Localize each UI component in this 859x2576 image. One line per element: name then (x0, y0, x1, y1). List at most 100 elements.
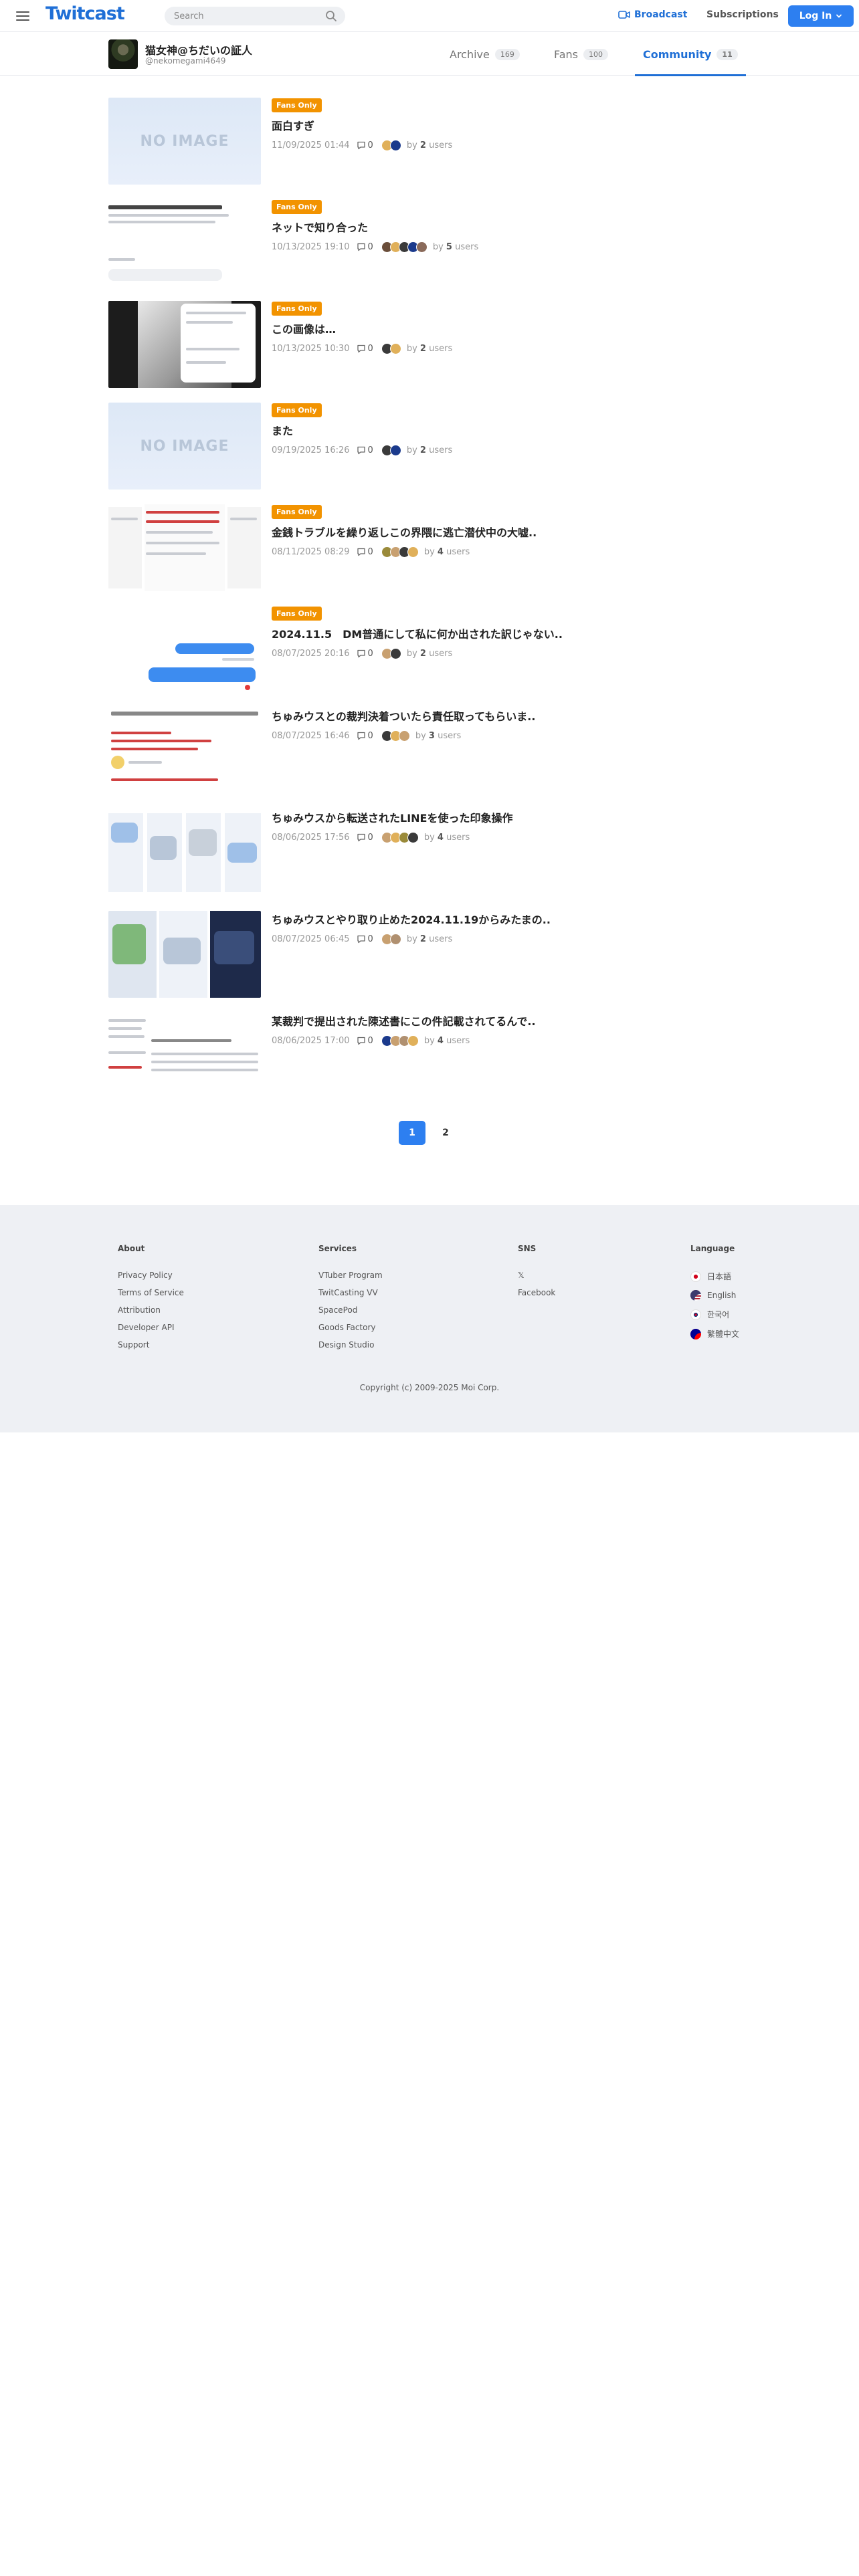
reaction-avatars (381, 343, 401, 354)
tab-count: 11 (717, 48, 738, 60)
reaction-users-text: by 2 users (406, 445, 453, 455)
tab-archive[interactable]: Archive 169 (450, 33, 520, 76)
footer-about: About Privacy Policy Terms of Service At… (118, 1244, 184, 1358)
broadcast-button[interactable]: Broadcast (618, 9, 687, 20)
post-date: 08/06/2025 17:56 (272, 833, 350, 843)
post-thumbnail (108, 708, 261, 794)
subscriptions-link[interactable]: Subscriptions (706, 9, 779, 20)
post-title[interactable]: 2024.11.5 DM普通にして私に何か出された訳じゃない.. (272, 625, 740, 641)
tab-label: Fans (554, 47, 579, 61)
post-item[interactable]: ちゅみウスとの裁判決着ついたら責任取ってもらいま.. 08/07/2025 16… (108, 708, 751, 794)
reaction-users-text: by 2 users (406, 344, 453, 354)
post-date: 08/06/2025 17:00 (272, 1036, 350, 1046)
footer-link[interactable]: VTuber Program (318, 1271, 383, 1280)
footer-link[interactable]: Privacy Policy (118, 1271, 184, 1280)
post-item[interactable]: Fans Only 2024.11.5 DM普通にして私に何か出された訳じゃない… (108, 606, 751, 693)
profile-name[interactable]: 猫女神@ちだいの証人 (145, 41, 252, 58)
hamburger-menu-icon[interactable] (15, 8, 31, 24)
post-thumbnail (108, 1012, 261, 1099)
tab-count: 100 (583, 48, 609, 60)
profile-bar: 猫女神@ちだいの証人 @nekomegami4649 Archive 169 F… (0, 33, 859, 76)
fans-only-badge: Fans Only (272, 505, 322, 519)
x-link[interactable]: 𝕏 (518, 1271, 555, 1280)
post-title[interactable]: 某裁判で提出された陳述書にこの件記載されてるんで.. (272, 1012, 740, 1029)
footer-link[interactable]: Developer API (118, 1323, 184, 1332)
comment-count: 0 (357, 242, 373, 252)
search-icon[interactable] (325, 10, 337, 22)
reaction-users-text: by 3 users (415, 731, 462, 741)
post-date: 10/13/2025 19:10 (272, 242, 350, 252)
post-item[interactable]: 某裁判で提出された陳述書にこの件記載されてるんで.. 08/06/2025 17… (108, 1012, 751, 1099)
footer-sns: SNS 𝕏 Facebook (518, 1244, 555, 1305)
tab-community[interactable]: Community 11 (635, 33, 746, 76)
post-item[interactable]: ちゅみウスとやり取り止めた2024.11.19からみたまの.. 08/07/20… (108, 911, 751, 998)
language-option[interactable]: 한국어 (690, 1309, 739, 1320)
chevron-down-icon (836, 14, 842, 18)
post-date: 08/07/2025 16:46 (272, 731, 350, 741)
post-title[interactable]: また (272, 422, 740, 438)
post-item[interactable]: ちゅみウスから転送されたLINEを使った印象操作 08/06/2025 17:5… (108, 809, 751, 896)
comment-icon (357, 1037, 365, 1045)
fans-only-badge: Fans Only (272, 98, 322, 112)
footer-link[interactable]: Terms of Service (118, 1288, 184, 1297)
footer-heading: About (118, 1244, 145, 1253)
reaction-avatars (381, 1035, 419, 1047)
comment-icon (357, 548, 365, 556)
post-thumbnail: NO IMAGE (108, 403, 261, 490)
post-item[interactable]: Fans Only この画像は… 10/13/2025 10:30 0 by 2… (108, 301, 751, 388)
post-date: 08/07/2025 06:45 (272, 934, 350, 944)
post-item[interactable]: NO IMAGE Fans Only 面白すぎ 11/09/2025 01:44… (108, 98, 751, 185)
japan-flag-icon (690, 1271, 701, 1282)
footer-link[interactable]: Goods Factory (318, 1323, 383, 1332)
comment-count: 0 (357, 445, 373, 455)
tab-label: Archive (450, 47, 490, 61)
footer-link[interactable]: TwitCasting VV (318, 1288, 383, 1297)
comment-icon (357, 141, 365, 150)
comment-count: 0 (357, 344, 373, 354)
avatar[interactable] (108, 39, 138, 69)
post-title[interactable]: ちゅみウスから転送されたLINEを使った印象操作 (272, 809, 740, 825)
reaction-users-text: by 2 users (406, 649, 453, 659)
post-title[interactable]: ちゅみウスとの裁判決着ついたら責任取ってもらいま.. (272, 708, 740, 724)
footer-heading: SNS (518, 1244, 537, 1253)
top-header: Twitcast Broadcast Subscriptions Log In (0, 0, 859, 32)
post-title[interactable]: ちゅみウスとやり取り止めた2024.11.19からみたまの.. (272, 911, 740, 927)
comment-icon (357, 732, 365, 740)
comment-icon (357, 243, 365, 251)
post-item[interactable]: Fans Only 金銭トラブルを繰り返しこの界隈に逃亡潜伏中の大嘘.. 08/… (108, 504, 751, 591)
tab-label: Community (643, 47, 712, 61)
no-image-text: NO IMAGE (140, 437, 229, 455)
post-title[interactable]: 面白すぎ (272, 117, 740, 133)
reaction-avatars (381, 648, 401, 659)
pagination: 1 2 (399, 1121, 459, 1145)
twitcast-logo[interactable]: Twitcast (45, 3, 125, 24)
post-item[interactable]: Fans Only ネットで知り合った 10/13/2025 19:10 0 b… (108, 199, 751, 286)
post-title[interactable]: 金銭トラブルを繰り返しこの界隈に逃亡潜伏中の大嘘.. (272, 524, 740, 540)
language-option[interactable]: 繁體中文 (690, 1328, 739, 1339)
fans-only-badge: Fans Only (272, 302, 322, 316)
page-2-button[interactable]: 2 (432, 1121, 459, 1145)
tab-fans[interactable]: Fans 100 (554, 33, 609, 76)
reaction-avatars (381, 832, 419, 843)
post-thumbnail (108, 301, 261, 388)
footer-link[interactable]: Support (118, 1340, 184, 1350)
reaction-users-text: by 2 users (406, 934, 453, 944)
post-title[interactable]: この画像は… (272, 320, 740, 336)
language-option[interactable]: English (690, 1290, 739, 1301)
post-title[interactable]: ネットで知り合った (272, 219, 740, 235)
page-1-button[interactable]: 1 (399, 1121, 425, 1145)
comment-icon (357, 935, 365, 944)
language-option[interactable]: 日本語 (690, 1271, 739, 1282)
comment-count: 0 (357, 731, 373, 741)
reaction-users-text: by 4 users (423, 1036, 470, 1046)
footer-link[interactable]: Design Studio (318, 1340, 383, 1350)
login-button[interactable]: Log In (788, 5, 854, 27)
us-flag-icon (690, 1290, 701, 1301)
footer-link[interactable]: SpacePod (318, 1305, 383, 1315)
post-item[interactable]: NO IMAGE Fans Only また 09/19/2025 16:26 0… (108, 403, 751, 490)
post-thumbnail (108, 504, 261, 591)
facebook-link[interactable]: Facebook (518, 1288, 555, 1297)
search-input[interactable] (165, 7, 345, 25)
post-thumbnail (108, 606, 261, 693)
footer-link[interactable]: Attribution (118, 1305, 184, 1315)
